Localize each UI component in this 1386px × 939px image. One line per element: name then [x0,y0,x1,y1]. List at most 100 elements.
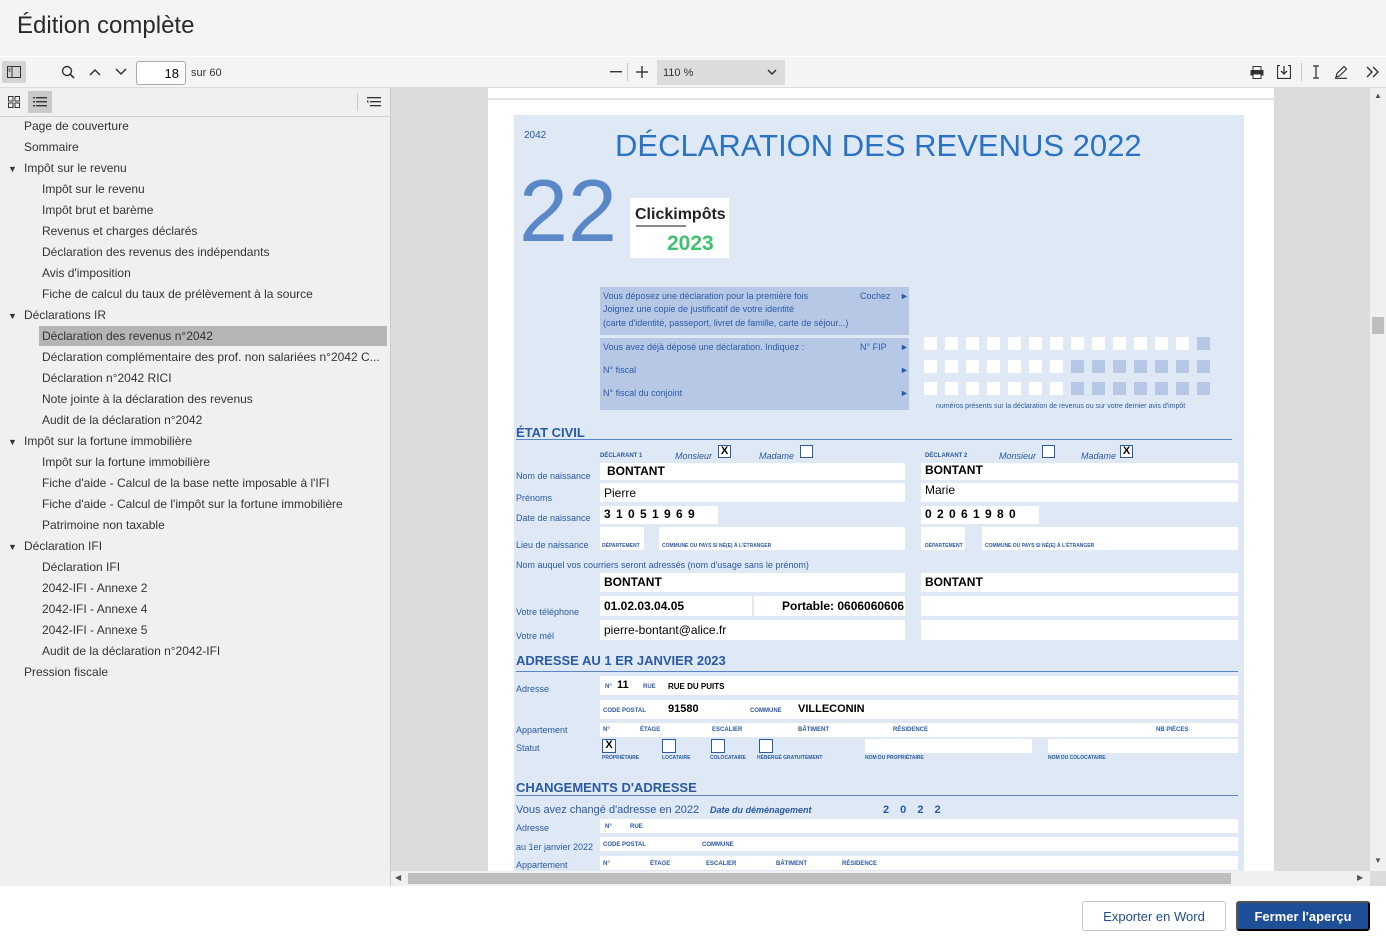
vertical-scroll-thumb[interactable] [1372,317,1384,334]
d1-portable-field[interactable]: Portable: 0606060606 [754,596,905,616]
outline-view-button[interactable] [28,91,52,113]
outline-item[interactable]: Patrimoine non taxable [42,515,165,535]
download-button[interactable] [1272,60,1296,84]
outline-item[interactable]: Déclaration IFI [42,557,120,577]
fiscal-digit-box[interactable] [1113,360,1126,373]
tree-expand-arrow-icon[interactable]: ▼ [8,437,17,447]
fiscal-digit-box[interactable] [1029,360,1042,373]
outline-item[interactable]: Déclarations IR [24,305,106,325]
outline-item[interactable]: Revenus et charges déclarés [42,221,197,241]
fiscal-digit-box[interactable] [924,337,937,350]
outline-item[interactable]: Page de couverture [24,116,129,136]
horizontal-scroll-thumb[interactable] [408,873,1231,884]
fiscal-digit-box[interactable] [1176,382,1189,395]
fiscal-digit-box[interactable] [1029,382,1042,395]
outline-item[interactable]: 2042-IFI - Annexe 4 [42,599,147,619]
fiscal-digit-box[interactable] [966,382,979,395]
date-demenagement-value[interactable]: 2 0 2 2 [883,804,945,816]
scroll-right-icon[interactable]: ▶ [1357,873,1363,882]
fiscal-digit-box[interactable] [1008,337,1021,350]
annotate-button[interactable] [1329,60,1353,84]
horizontal-scrollbar[interactable]: ◀ ▶ [391,871,1370,886]
d2-nom-naissance-field[interactable]: BONTANT [921,463,1238,480]
d2-monsieur-checkbox[interactable] [1042,445,1055,458]
outline-item[interactable]: Fiche de calcul du taux de prélèvement à… [42,284,313,304]
text-select-button[interactable] [1304,60,1328,84]
outline-item[interactable]: Impôt brut et barème [42,200,153,220]
outline-item[interactable]: Pression fiscale [24,662,108,682]
fiscal-digit-box[interactable] [1113,382,1126,395]
outline-item[interactable]: Déclaration n°2042 RICI [42,368,172,388]
outline-item[interactable]: Note jointe à la déclaration des revenus [42,389,253,409]
fiscal-digit-box[interactable] [1134,360,1147,373]
outline-item[interactable]: Impôt sur le revenu [24,158,127,178]
outline-item[interactable]: Audit de la déclaration n°2042-IFI [42,641,220,661]
zoom-select[interactable]: 110 % [657,60,785,85]
outline-item[interactable]: Déclaration des revenus des indépendants [42,242,269,262]
d2-madame-checkbox[interactable]: X [1120,445,1133,458]
adresse-rue-field[interactable]: N° 11 RUE RUE DU PUITS [600,676,1238,695]
outline-options-button[interactable] [365,93,383,111]
fiscal-digit-box[interactable] [1134,337,1147,350]
changement-appartement-field[interactable]: N° ÉTAGE ESCALIER BÂTIMENT RÉSIDENCE [600,856,1238,870]
fiscal-digit-box[interactable] [1176,360,1189,373]
zoom-in-button[interactable] [630,60,654,84]
more-tools-button[interactable] [1361,60,1385,84]
d1-prenoms-field[interactable]: Pierre [600,483,905,502]
scroll-down-icon[interactable]: ▼ [1374,856,1382,865]
fiscal-digit-box[interactable] [1155,337,1168,350]
outline-item[interactable]: Déclaration IFI [24,536,102,556]
d1-monsieur-checkbox[interactable]: X [718,445,731,458]
export-word-button[interactable]: Exporter en Word [1082,901,1226,931]
outline-item[interactable]: Impôt sur la fortune immobilière [24,431,192,451]
fiscal-digit-box[interactable] [966,360,979,373]
scroll-left-icon[interactable]: ◀ [395,873,401,882]
d1-telephone-field[interactable]: 01.02.03.04.05 [600,596,752,616]
fiscal-digit-box[interactable] [987,382,1000,395]
fiscal-digit-box[interactable] [1092,382,1105,395]
outline-item[interactable]: Fiche d'aide - Calcul de l'impôt sur la … [42,494,343,514]
d2-mel-field[interactable] [921,620,1238,640]
statut-proprietaire-checkbox[interactable]: X [602,739,616,753]
fiscal-digit-box[interactable] [924,382,937,395]
appartement-field[interactable]: N° ÉTAGE ESCALIER BÂTIMENT RÉSIDENCE NB … [600,723,1238,737]
fiscal-digit-box[interactable] [1071,360,1084,373]
fiscal-digit-box[interactable] [1092,360,1105,373]
fiscal-digit-box[interactable] [1029,337,1042,350]
fiscal-digit-box[interactable] [1050,360,1063,373]
fiscal-digit-box[interactable] [945,382,958,395]
fiscal-digit-box[interactable] [1197,337,1210,350]
nom-proprietaire-field[interactable] [865,739,1032,753]
outline-item[interactable]: Déclaration complémentaire des prof. non… [42,347,380,367]
zoom-out-button[interactable] [604,60,628,84]
vertical-scrollbar[interactable]: ▲ ▼ [1370,88,1386,871]
changement-commune-field[interactable]: CODE POSTAL COMMUNE [600,837,1238,851]
statut-heberge-checkbox[interactable] [759,739,773,753]
scroll-up-icon[interactable]: ▲ [1374,91,1382,100]
changement-rue-field[interactable]: N° RUE [600,819,1238,833]
adresse-commune-field[interactable]: CODE POSTAL 91580 COMMUNE VILLECONIN [600,700,1238,719]
fiscal-digit-box[interactable] [1134,382,1147,395]
fiscal-digit-box[interactable] [1008,360,1021,373]
next-page-button[interactable] [109,60,133,84]
close-preview-button[interactable]: Fermer l'aperçu [1236,901,1370,931]
statut-colocataire-checkbox[interactable] [711,739,725,753]
fiscal-digit-box[interactable] [966,337,979,350]
outline-item[interactable]: Fiche d'aide - Calcul de la base nette i… [42,473,329,493]
d2-nom-usage-field[interactable]: BONTANT [921,573,1238,592]
fiscal-digit-box[interactable] [924,360,937,373]
outline-item[interactable]: 2042-IFI - Annexe 5 [42,620,147,640]
tree-expand-arrow-icon[interactable]: ▼ [8,311,17,321]
fiscal-digit-box[interactable] [1050,337,1063,350]
search-button[interactable] [56,60,80,84]
tree-expand-arrow-icon[interactable]: ▼ [8,164,17,174]
fiscal-digit-box[interactable] [1050,382,1063,395]
d1-date-naissance-field[interactable]: 3 1 0 5 1 9 6 9 [600,506,718,524]
print-button[interactable] [1245,60,1269,84]
d2-prenoms-field[interactable]: Marie [921,483,1238,502]
fiscal-digit-box[interactable] [1113,337,1126,350]
statut-locataire-checkbox[interactable] [662,739,676,753]
d1-mel-field[interactable]: pierre-bontant@alice.fr [600,620,905,640]
fiscal-digit-box[interactable] [1197,360,1210,373]
outline-item[interactable]: 2042-IFI - Annexe 2 [42,578,147,598]
